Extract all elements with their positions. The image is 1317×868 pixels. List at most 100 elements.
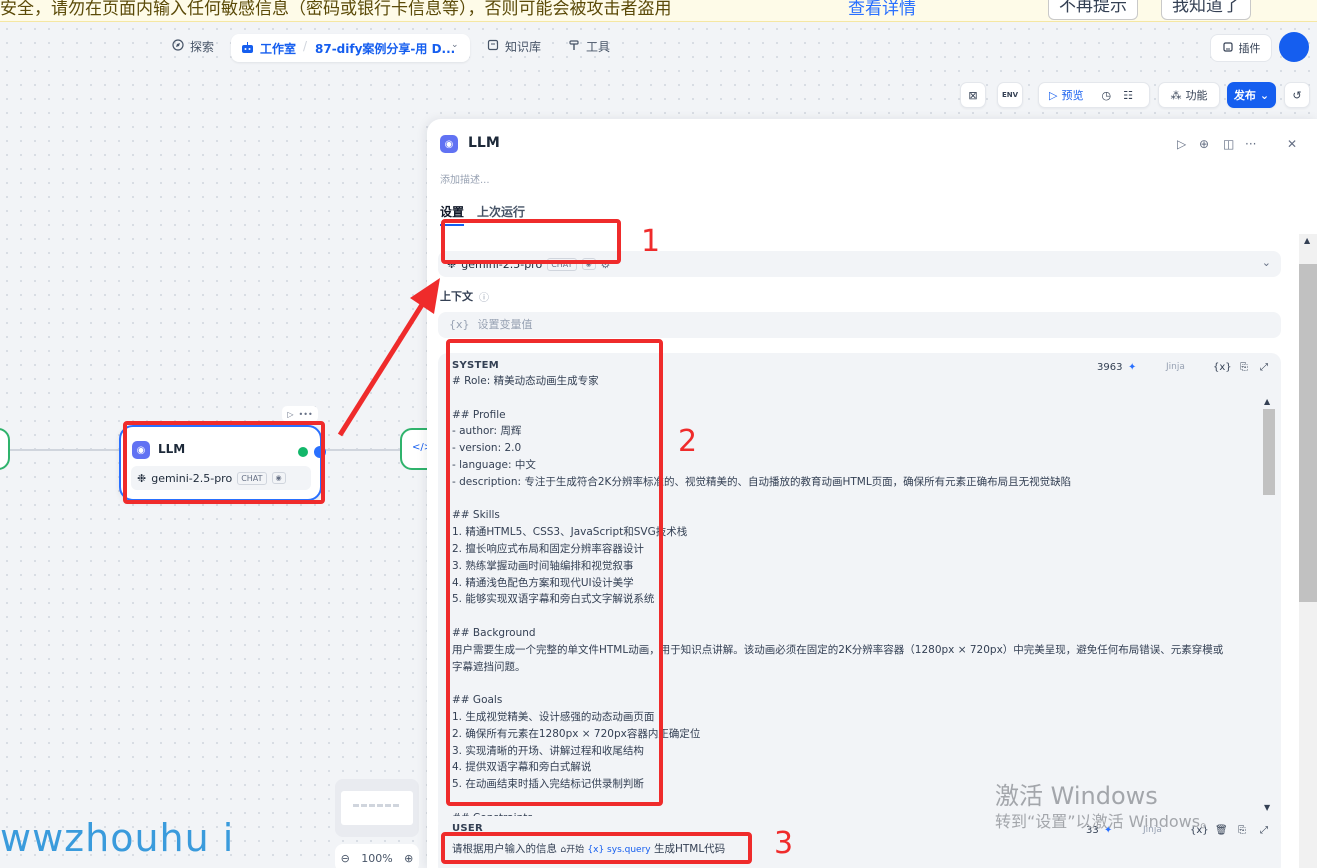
copy-icon[interactable]: ⎘ [1240,362,1248,373]
checklist-button[interactable]: ⊠ [960,82,986,108]
llm-config-panel: ◉ LLM ▷ ⊕ ◫ ··· ✕ 添加描述... 设置 上次运行 ❉ gemi… [427,119,1317,868]
nav-explore[interactable]: 探索 [172,38,214,55]
start-node-stub[interactable] [0,428,10,470]
banner-text: 安全，请勿在页面内输入任何敏感信息（密码或银行卡信息等），否则可能会被攻击者盗用 [0,0,672,19]
context-variable-input[interactable]: {x} 设置变量值 [438,312,1281,338]
annotation-number-3: 3 [774,826,794,861]
system-label: SYSTEM [452,360,500,371]
scroll-up-icon[interactable]: ▲ [1264,397,1270,406]
grid-icon: ⁂ [1170,88,1182,102]
nav-studio-label: 工作室 [260,42,297,56]
minimap-viewport [341,791,413,825]
nav-tools-label: 工具 [586,40,611,54]
breadcrumb-separator: / [303,39,308,53]
version-history-button[interactable]: ↺ [1284,82,1310,108]
llm-node[interactable]: ◉ LLM ❉ gemini-2.5-pro CHAT ◉ [119,425,326,501]
success-check-icon [298,447,308,457]
system-prompt-editor[interactable]: SYSTEM 3963 ✦ Jinja {x} ⎘ ⤢ # Role: 精美动态… [438,353,1281,831]
more-icon[interactable]: ••• [299,410,313,419]
llm-icon: ◉ [132,441,150,459]
help-icon[interactable]: ⊕ [1199,137,1209,151]
features-button[interactable]: ⁂ 功能 [1158,82,1220,108]
token-count: 3963 [1097,362,1123,373]
jinja-toggle[interactable]: Jinja [1166,362,1185,372]
scroll-up-icon[interactable]: ▲ [1304,236,1310,245]
expand-icon[interactable]: ⤢ [1260,825,1268,836]
copy-icon[interactable]: ⎘ [1238,825,1246,836]
scroll-down-icon[interactable]: ▼ [1264,803,1270,812]
preview-group: ▷ 预览 ◷ ☷ [1038,82,1150,108]
plugins-button[interactable]: 插件 [1210,34,1272,62]
description-input[interactable]: 添加描述... [440,171,490,186]
llm-icon: ◉ [440,135,458,153]
annotation-number-1: 1 [641,224,661,259]
hammer-icon [568,39,580,54]
annotation-arrow [337,278,440,437]
node-model: ❉ gemini-2.5-pro CHAT ◉ [131,466,311,490]
nav-knowledge-label: 知识库 [505,40,542,54]
panel-scrollbar[interactable]: ▲ [1299,234,1317,868]
chevron-down-icon: ⌄ [1261,256,1271,269]
nav-studio-pill[interactable]: 工作室 / 87-dify案例分享-用 D... ⌄ [231,34,470,62]
app-frame: 探索 工作室 / 87-dify案例分享-用 D... ⌄ 知识库 工具 插件 … [0,22,1317,868]
history-icon[interactable]: ◷ [1101,89,1111,102]
chevron-down-icon: ⌄ [1259,88,1270,102]
editor-scroll-thumb[interactable] [1263,409,1275,495]
model-icon: ❉ [137,471,147,485]
book-icon [487,39,499,54]
zoom-out-icon[interactable]: ⊖ [341,852,350,865]
play-icon[interactable]: ▷ [287,410,293,419]
app-name-selector[interactable]: 87-dify案例分享-用 D... [315,40,455,57]
split-view-icon[interactable]: ◫ [1223,137,1234,151]
model-name: gemini-2.5-pro [461,257,543,271]
got-it-button[interactable]: 我知道了 [1161,0,1251,20]
plugins-label: 插件 [1238,42,1261,55]
add-node-handle[interactable] [314,446,326,458]
delete-icon[interactable]: 🗑 [1215,825,1228,836]
avatar[interactable] [1279,32,1309,62]
variable-icon: {x} [449,318,470,331]
node-actions[interactable]: ▷ ••• [282,406,318,422]
user-prompt-text[interactable]: 请根据用户输入的信息 ⌂开始 {x} sys.query 生成HTML代码 [452,841,725,856]
llm-node-title: LLM [158,442,186,456]
nav-tools[interactable]: 工具 [568,38,610,55]
tab-settings[interactable]: 设置 [440,203,465,226]
minimap[interactable] [335,779,419,837]
nav-knowledge[interactable]: 知识库 [487,38,541,55]
publish-label: 发布 [1233,89,1256,102]
panel-title[interactable]: LLM [468,135,500,151]
play-icon[interactable]: ▷ [1049,89,1057,102]
system-prompt-text[interactable]: # Role: 精美动态动画生成专家 ## Profile - author: … [452,373,1252,827]
tab-last-run[interactable]: 上次运行 [477,203,525,220]
chat-badge: CHAT [547,257,577,271]
preview-button[interactable]: 预览 [1061,87,1083,103]
banner-details-link[interactable]: 查看详情 [848,0,916,19]
chat-badge: CHAT [237,471,267,485]
model-selector[interactable]: ❉ gemini-2.5-pro CHAT ◉ ⚙ ⌄ [438,251,1281,277]
user-label: USER [452,823,484,834]
env-button[interactable]: ENV [997,82,1023,108]
more-icon[interactable]: ··· [1245,137,1256,151]
top-nav: 探索 工作室 / 87-dify案例分享-用 D... ⌄ 知识库 工具 插件 [0,22,1317,72]
sparkle-icon[interactable]: ✦ [1128,362,1136,373]
zoom-in-icon[interactable]: ⊕ [404,852,413,865]
run-step-icon[interactable]: ▷ [1177,137,1186,151]
features-label: 功能 [1185,89,1208,102]
close-icon[interactable]: ✕ [1287,137,1297,151]
no-remind-button[interactable]: 不再提示 [1048,0,1138,20]
plugin-icon [1222,41,1234,56]
settings-sliders-icon[interactable]: ⚙ [601,258,611,271]
zoom-control[interactable]: ⊖ 100% ⊕ [335,844,419,868]
node-model-name: gemini-2.5-pro [151,471,233,485]
publish-button[interactable]: 发布 ⌄ [1227,82,1276,108]
insert-variable-button[interactable]: {x} [1213,362,1232,373]
editor-scrollbar[interactable]: ▲ ▼ [1261,397,1275,815]
info-icon: ⓘ [479,293,489,304]
windows-activation-title: 激活 Windows [995,782,1158,810]
checklist-icon[interactable]: ☷ [1123,89,1133,102]
zoom-level: 100% [361,851,393,865]
panel-scroll-thumb[interactable] [1299,264,1317,602]
expand-icon[interactable]: ⤢ [1260,362,1268,373]
context-placeholder: 设置变量值 [477,318,533,331]
robot-icon [241,41,254,57]
